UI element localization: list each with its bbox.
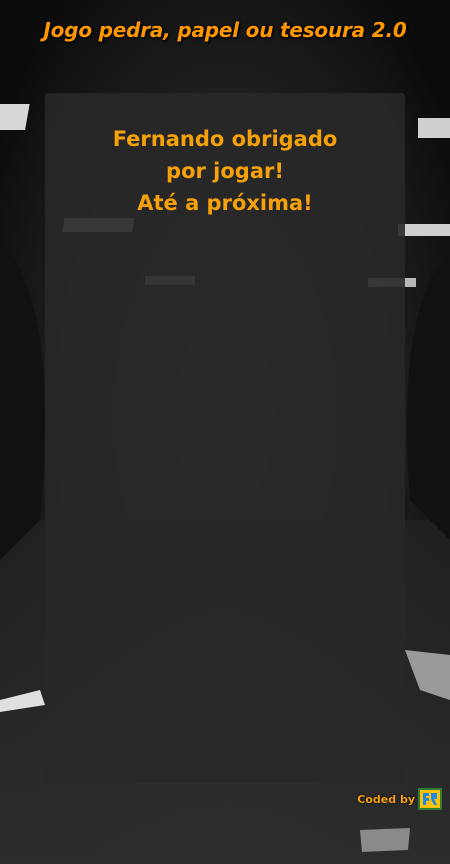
credit-label: Coded by bbox=[357, 792, 415, 806]
farewell-line-1: Fernando obrigado bbox=[112, 127, 338, 151]
footer-credit: Coded by bbox=[357, 788, 442, 810]
author-logo-icon[interactable] bbox=[418, 788, 442, 810]
app-title: Jogo pedra, papel ou tesoura 2.0 bbox=[43, 18, 407, 42]
farewell-line-2: por jogar! bbox=[166, 159, 284, 183]
farewell-message: Fernando obrigado por jogar! Até a próxi… bbox=[45, 123, 405, 219]
farewell-panel: Fernando obrigado por jogar! Até a próxi… bbox=[45, 93, 405, 783]
farewell-line-3: Até a próxima! bbox=[137, 191, 313, 215]
